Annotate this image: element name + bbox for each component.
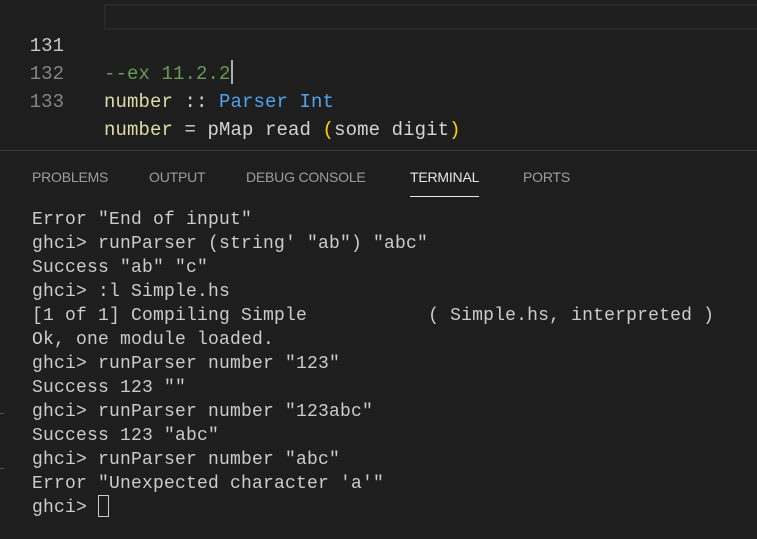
terminal-line: ghci> runParser number "123abc" — [32, 402, 374, 422]
code-editor[interactable]: 131 --ex 11.2.2 132 number :: Parser Int… — [0, 0, 757, 150]
code-token: = pMap read — [173, 119, 323, 141]
terminal-line: Success 123 "" — [32, 378, 187, 398]
terminal-prompt: ghci> — [32, 498, 99, 518]
line-number: 133 — [29, 91, 64, 113]
terminal-line: Ok, one module loaded. — [32, 330, 275, 350]
scrollbar-marker — [0, 468, 4, 469]
terminal-line: Success "ab" "c" — [32, 258, 209, 278]
editor-line[interactable]: 133 number = pMap read (some digit) — [0, 60, 757, 141]
terminal-line: ghci> :l Simple.hs — [32, 282, 231, 302]
terminal-line: ghci> runParser (string' "ab") "abc" — [32, 234, 429, 254]
terminal-input-line[interactable]: ghci> — [32, 494, 714, 520]
tab-output[interactable]: OUTPUT — [149, 169, 206, 185]
editor-line[interactable]: 132 number :: Parser Int — [0, 32, 757, 113]
code-token: ( — [322, 119, 335, 141]
code-token: ) — [449, 119, 461, 141]
panel-tabs: PROBLEMS OUTPUT DEBUG CONSOLE TERMINAL P… — [0, 151, 757, 199]
scrollbar-marker — [0, 413, 4, 414]
terminal-output[interactable]: Error "End of input" ghci> runParser (str… — [32, 208, 714, 520]
code-token: some digit — [334, 119, 450, 141]
terminal-line: Error "Unexpected character 'a'" — [32, 474, 385, 494]
code-token: Parser Int — [219, 91, 335, 113]
tab-problems[interactable]: PROBLEMS — [32, 169, 108, 185]
terminal-cursor — [98, 494, 110, 517]
terminal-line: [1 of 1] Compiling Simple ( Simple.hs, i… — [32, 306, 715, 326]
terminal-line: Error "End of input" — [32, 210, 253, 230]
terminal-line: ghci> runParser number "abc" — [32, 450, 341, 470]
code-token: number — [104, 91, 174, 113]
terminal-line: ghci> runParser number "123" — [32, 354, 341, 374]
code-token: :: — [173, 91, 220, 113]
tab-debug-console[interactable]: DEBUG CONSOLE — [246, 169, 366, 185]
tab-terminal[interactable]: TERMINAL — [410, 169, 479, 197]
terminal-line: Success 123 "abc" — [32, 426, 220, 446]
bottom-panel: PROBLEMS OUTPUT DEBUG CONSOLE TERMINAL P… — [0, 150, 757, 539]
editor-line[interactable]: 131 --ex 11.2.2 — [0, 4, 757, 85]
tab-ports[interactable]: PORTS — [523, 169, 570, 185]
code-token: number — [104, 119, 174, 141]
